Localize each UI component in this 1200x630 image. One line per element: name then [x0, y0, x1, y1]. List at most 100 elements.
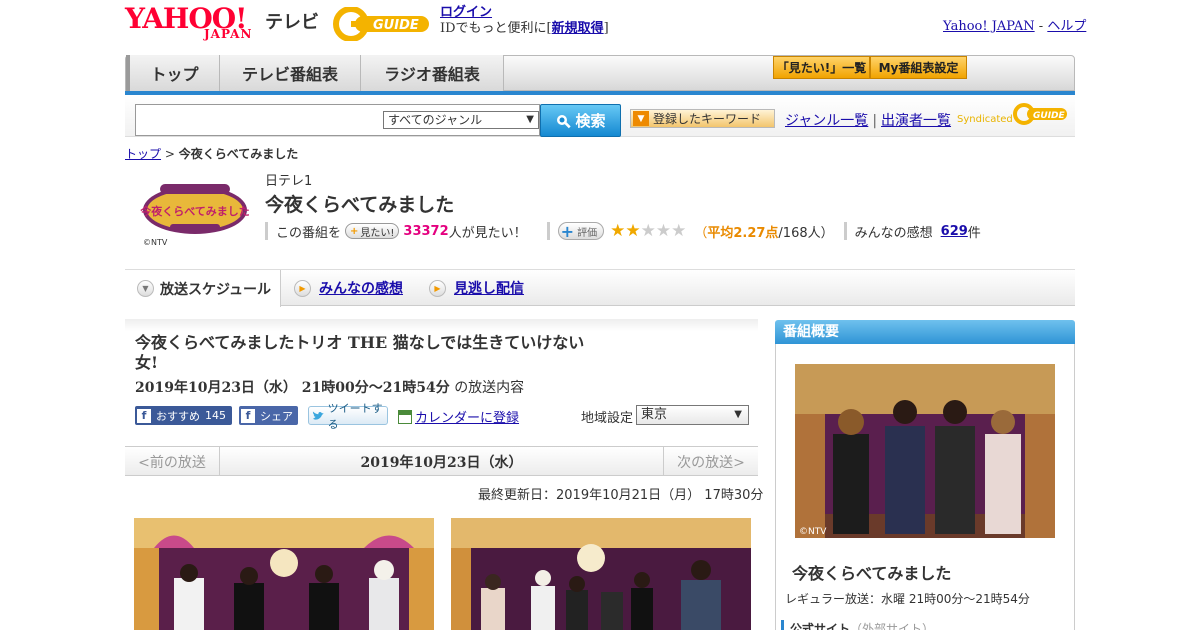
avg-rating: 平均2.27点 [707, 225, 779, 241]
episode-title: 今夜くらべてみましたトリオ THE 猫なしでは生きていけない女! [135, 333, 585, 372]
genre-links: ジャンル一覧 | 出演者一覧 [785, 110, 951, 130]
chevron-right-icon: ▶ [429, 279, 446, 297]
yahoo-logo-japan: JAPAN [204, 27, 253, 41]
tab-reviews-link[interactable]: みんなの感想 [319, 278, 403, 298]
select-arrow-icon: ▼ [734, 409, 742, 420]
tab-broadcast-schedule-label: 放送スケジュール [160, 281, 272, 298]
share-label: シェア [260, 409, 293, 423]
signup-link[interactable]: 新規取得 [552, 21, 604, 36]
region-select[interactable]: 東京 ▼ [636, 405, 749, 425]
facebook-share-button[interactable]: f シェア [239, 406, 298, 425]
select-arrow-icon: ▼ [526, 114, 534, 125]
region-select-value: 東京 [641, 407, 668, 422]
channel-name: 日テレ1 [265, 174, 313, 189]
sidebar-regular-broadcast: レギュラー放送：水曜 21時00分～21時54分 [785, 592, 1030, 606]
program-logo-copyright: ©NTV [143, 238, 168, 247]
help-link[interactable]: ヘルプ [1047, 19, 1086, 34]
header-separator: - [1038, 19, 1044, 34]
episode-photo-2 [451, 518, 751, 630]
episode-datetime: 2019年10月23日（水） 21時00分～21時54分 [135, 380, 450, 396]
avg-close: ） [820, 225, 834, 241]
sidebar-heading: 番組概要 [775, 320, 1075, 344]
breadcrumb-top-link[interactable]: トップ [125, 147, 161, 161]
star-filled-icon: ★ [610, 220, 626, 241]
current-broadcast-date: 2019年10月23日（水） [360, 454, 523, 471]
mitai-count: 33372 [403, 223, 449, 239]
search-button[interactable]: 検索 [540, 104, 621, 137]
performer-list-link[interactable]: 出演者一覧 [881, 113, 951, 129]
plus-icon: + [560, 221, 575, 241]
comments-unit: 件 [967, 225, 981, 241]
mitai-button[interactable]: + 見たい! [345, 223, 400, 239]
gguide-logo[interactable]: GUIDE [333, 7, 433, 41]
program-logo: 今夜くらべてみました [140, 184, 250, 234]
sidebar-official-site[interactable]: 公式サイト（外部サイト） [781, 620, 934, 630]
svg-text:GUIDE: GUIDE [373, 18, 419, 33]
star-empty-icon: ★ [640, 220, 656, 241]
tab-streaming-link[interactable]: 見逃し配信 [454, 278, 524, 298]
comments-count-link[interactable]: 629 [941, 224, 968, 239]
twitter-bird-icon [312, 411, 324, 420]
login-link[interactable]: ログイン [440, 5, 492, 20]
tab-broadcast-schedule[interactable]: ▼ 放送スケジュール [125, 270, 281, 307]
tab-tv-schedule[interactable]: テレビ番組表 [220, 55, 361, 91]
plus-icon: + [350, 225, 359, 237]
dropdown-icon: ▼ [633, 111, 649, 126]
sidebar-program-photo: ©NTV [795, 364, 1055, 538]
facebook-icon: f [241, 408, 255, 423]
tweet-label: ツイートする [327, 401, 383, 431]
episode-photo-1 [134, 518, 434, 630]
yahoo-japan-link[interactable]: Yahoo! JAPAN [943, 19, 1035, 34]
genre-list-link[interactable]: ジャンル一覧 [785, 113, 868, 129]
tab-top[interactable]: トップ [126, 55, 220, 91]
svg-text:GUIDE: GUIDE [1033, 111, 1066, 121]
registered-keywords-button[interactable]: ▼ 登録したキーワード [630, 109, 775, 128]
this-program-label: この番組を [276, 225, 342, 241]
registered-keywords-label: 登録したキーワード [653, 112, 762, 126]
tv-logo-text[interactable]: テレビ [265, 8, 319, 34]
rating-button[interactable]: + 評価 [557, 221, 605, 241]
breadcrumb-current: 今夜くらべてみました [178, 147, 299, 161]
link-separator: | [872, 113, 878, 129]
avg-open: （ [694, 225, 708, 241]
facebook-recommend-button[interactable]: f おすすめ 145 [135, 406, 232, 425]
calendar-register[interactable]: カレンダーに登録 [398, 407, 519, 426]
sidebar-photo-copyright: ©NTV [799, 527, 827, 537]
sidebar-program-title: 今夜くらべてみました [792, 564, 952, 583]
search-icon [557, 114, 572, 128]
program-logo-text: 今夜くらべてみました [140, 204, 250, 218]
tab-streaming[interactable]: ▶ 見逃し配信 [429, 270, 524, 306]
header-right-links: Yahoo! JAPAN - ヘルプ [943, 15, 1086, 34]
episode-date: 2019年10月23日（水） 21時00分～21時54分 の放送内容 [135, 377, 524, 397]
mitai-suffix: 人が見たい！ [448, 225, 527, 241]
facebook-icon: f [137, 408, 151, 423]
fb-recommend-label: おすすめ [156, 409, 200, 423]
tab-reviews[interactable]: ▶ みんなの感想 [294, 270, 403, 306]
breadcrumb: トップ > 今夜くらべてみました [125, 145, 298, 162]
next-broadcast-button[interactable]: 次の放送> [663, 447, 758, 476]
mitai-button-label: 見たい! [360, 227, 395, 239]
login-box: ログイン IDでもっと便利に[新規取得] [440, 5, 609, 37]
star-empty-icon: ★ [655, 220, 672, 241]
stat-divider [843, 222, 847, 240]
mitai-list-button[interactable]: 「見たい!」一覧 [773, 56, 870, 79]
syndicated-text: Syndicated [957, 114, 1013, 125]
calendar-icon [398, 409, 412, 424]
tab-radio-schedule[interactable]: ラジオ番組表 [361, 55, 504, 91]
avg-count: /168人 [778, 225, 821, 241]
search-button-label: 検索 [575, 112, 606, 130]
program-stats: この番組を + 見たい! 33372 人が見たい！ + 評価 ★★★★★ （平均2.2… [265, 221, 981, 241]
breadcrumb-separator: > [164, 147, 175, 161]
chevron-right-icon: ▶ [294, 279, 311, 297]
calendar-link[interactable]: カレンダーに登録 [415, 407, 519, 426]
official-site-label: 公式サイト [790, 622, 851, 630]
genre-select-value: すべてのジャンル [388, 113, 483, 127]
genre-select[interactable]: すべてのジャンル ▼ [383, 111, 539, 129]
tweet-button[interactable]: ツイートする [308, 402, 388, 431]
my-schedule-button[interactable]: My番組表設定 [870, 56, 967, 79]
fb-recommend-count: 145 [205, 409, 226, 422]
program-title: 今夜くらべてみました [265, 194, 455, 216]
episode-date-suffix: の放送内容 [454, 380, 525, 396]
prev-broadcast-button[interactable]: <前の放送 [125, 447, 220, 476]
star-empty-icon: ★ [671, 220, 687, 241]
